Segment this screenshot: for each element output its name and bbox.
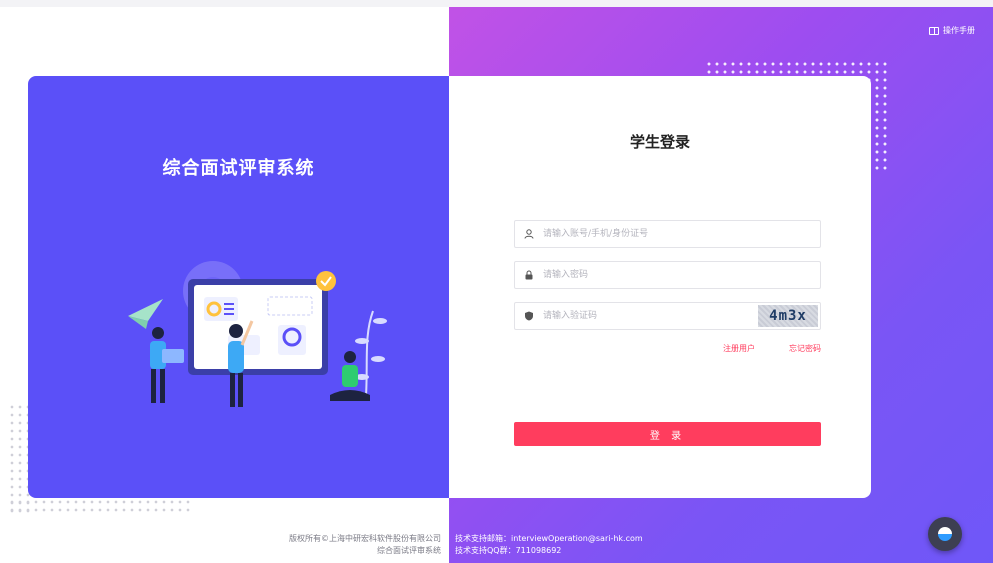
intro-panel: 综合面试评审系统: [28, 76, 449, 498]
illustration: [128, 261, 387, 407]
forgot-password-link[interactable]: 忘记密码: [789, 343, 821, 354]
password-input[interactable]: [543, 262, 820, 288]
decorative-dots-bottom: [8, 498, 194, 514]
system-title: 综合面试评审系统: [162, 158, 315, 179]
footer-system-name: 综合面试评审系统: [377, 546, 441, 555]
lock-icon: [515, 262, 543, 288]
captcha-image[interactable]: 4m3x: [758, 305, 818, 327]
login-button[interactable]: 登 录: [514, 422, 821, 446]
floating-help-button[interactable]: [928, 517, 962, 551]
manual-link[interactable]: 操作手册: [929, 25, 975, 36]
login-title: 学生登录: [629, 133, 690, 151]
top-border: [0, 0, 993, 7]
assistant-icon: [938, 527, 952, 541]
captcha-field: 4m3x: [514, 302, 821, 330]
footer-right: 技术支持邮箱：interviewOperation@sari-hk.com 技术…: [455, 533, 643, 557]
footer-left: 版权所有©上海中研宏科软件股份有限公司 综合面试评审系统: [289, 533, 441, 557]
login-card: 学生登录 4m3x 注册用户 忘记密码 登 录: [449, 76, 871, 498]
account-input[interactable]: [543, 221, 820, 247]
user-icon: [515, 221, 543, 247]
account-field: [514, 220, 821, 248]
auth-links: 注册用户 忘记密码: [514, 343, 821, 354]
support-qq: 技术支持QQ群：711098692: [455, 546, 562, 555]
book-icon: [929, 26, 939, 35]
copyright-text: 版权所有©上海中研宏科软件股份有限公司: [289, 534, 441, 543]
password-field: [514, 261, 821, 289]
register-link[interactable]: 注册用户: [723, 343, 755, 354]
manual-label: 操作手册: [943, 26, 975, 35]
shield-icon: [515, 303, 543, 329]
captcha-input[interactable]: [543, 303, 758, 329]
support-email: 技术支持邮箱：interviewOperation@sari-hk.com: [455, 534, 643, 543]
